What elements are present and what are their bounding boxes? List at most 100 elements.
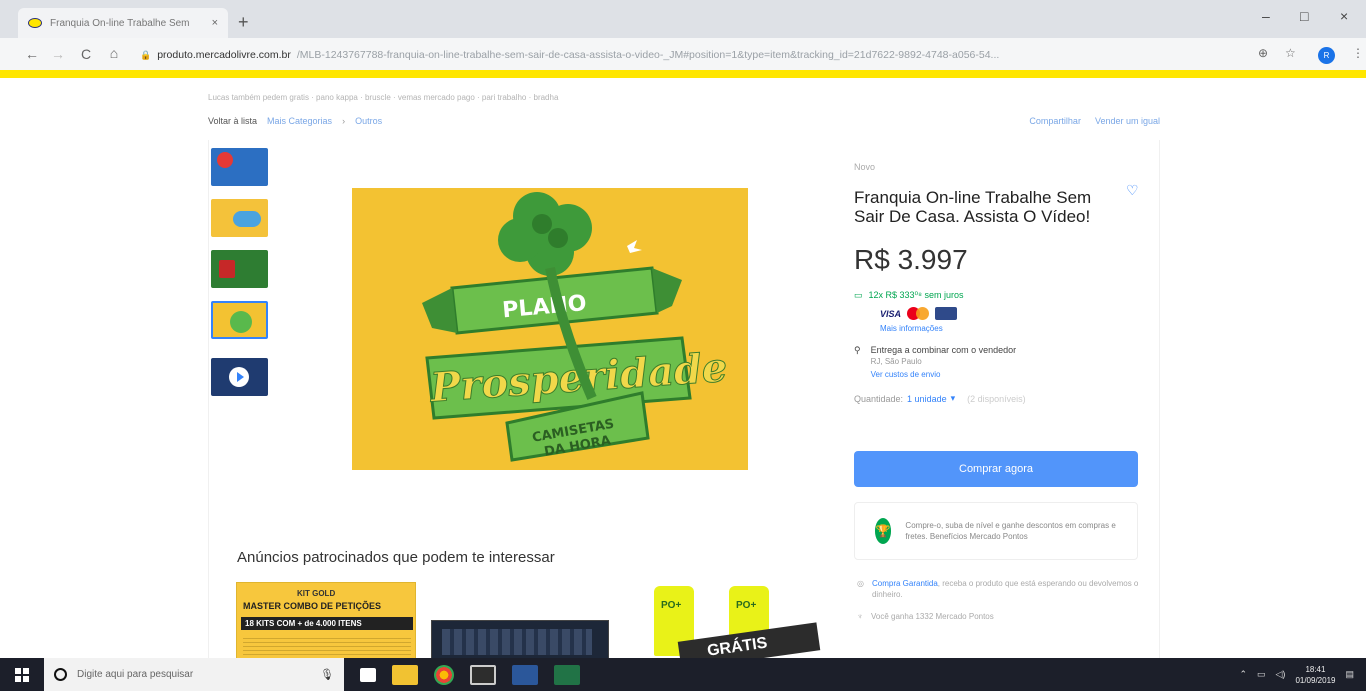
photos-icon[interactable]: [470, 664, 496, 685]
shipping-costs-link[interactable]: Ver custos de envio: [871, 370, 1017, 379]
home-button[interactable]: ⌂: [102, 45, 126, 61]
visa-logo: VISA: [880, 308, 902, 319]
lock-icon: 🔒: [140, 49, 152, 60]
trophy-small-icon: ♆: [857, 612, 863, 621]
product-info: Novo Franquia On-line Trabalhe Sem Sair …: [854, 162, 1144, 404]
network-icon[interactable]: ▭: [1257, 669, 1266, 680]
product-price: R$ 3.997: [854, 244, 968, 275]
url-path: /MLB-1243767788-franquia-on-line-trabalh…: [296, 49, 1000, 61]
browser-menu-icon[interactable]: ⋮: [1352, 46, 1364, 60]
sponsored-ad-2[interactable]: [431, 620, 609, 662]
breadcrumb-separator: ›: [342, 116, 346, 126]
reload-button[interactable]: C: [74, 46, 98, 62]
sponsored-ads-title: Anúncios patrocinados que podem te inter…: [237, 549, 555, 566]
ad1-banner: 18 KITS COM + de 4.000 ITENS: [241, 617, 413, 630]
chevron-down-icon[interactable]: ▾: [951, 393, 956, 404]
thumbnail-1[interactable]: [211, 148, 268, 186]
quantity-value[interactable]: 1 unidade: [907, 394, 947, 404]
close-window-button[interactable]: ×: [1340, 8, 1348, 24]
play-icon: [229, 367, 249, 387]
buy-now-button[interactable]: Comprar agora: [854, 451, 1138, 487]
payment-methods: VISA: [880, 307, 1144, 320]
product-page: Lucas também pedem gratis · pano kappa ·…: [0, 78, 1366, 670]
microphone-icon[interactable]: 🎙: [320, 668, 334, 681]
video-thumbnail[interactable]: [211, 358, 268, 396]
favorite-heart-icon[interactable]: ♡: [1126, 182, 1139, 199]
item-condition: Novo: [854, 162, 876, 172]
notifications-icon[interactable]: ▤: [1345, 669, 1354, 680]
breadcrumb-category-link[interactable]: Mais Categorias: [267, 116, 332, 126]
sponsored-ad-3[interactable]: PO+ PO+ GRÁTIS: [649, 586, 821, 670]
bookmark-star-icon[interactable]: ☆: [1285, 46, 1296, 60]
zoom-icon[interactable]: ⊕: [1258, 46, 1268, 60]
taskbar-search[interactable]: Digite aqui para pesquisar 🎙: [44, 658, 344, 691]
windows-taskbar: Digite aqui para pesquisar 🎙 ⌃ ▭ ◁) 18:4…: [0, 658, 1366, 691]
purchase-guarantee: ◎ Compra Garantida, receba o produto que…: [857, 578, 1141, 600]
thumbnail-4-selected[interactable]: [211, 301, 268, 339]
loyalty-text: Compre-o, suba de nível e ganhe desconto…: [905, 521, 1116, 541]
ad1-headline: MASTER COMBO DE PETIÇÕES: [243, 601, 382, 611]
profile-avatar[interactable]: R: [1318, 47, 1335, 64]
thumbnail-3[interactable]: [211, 250, 268, 288]
mastercard-logo-icon: [907, 307, 930, 320]
tab-title: Franquia On-line Trabalhe Sem: [50, 17, 190, 29]
task-view-icon[interactable]: [360, 667, 376, 682]
credit-card-icon: ▭: [854, 290, 863, 300]
excel-icon[interactable]: [554, 664, 580, 685]
taskbar-clock[interactable]: 18:41 01/09/2019: [1295, 664, 1335, 686]
quantity-label: Quantidade:: [854, 393, 904, 404]
installments-text: 12x R$ 333⁰⁸ sem juros: [868, 290, 964, 300]
browser-tab[interactable]: Franquia On-line Trabalhe Sem ×: [18, 8, 228, 38]
clock-time: 18:41: [1305, 664, 1326, 674]
new-tab-button[interactable]: +: [238, 12, 249, 33]
taskbar-search-placeholder: Digite aqui para pesquisar: [77, 669, 194, 680]
mercadolivre-favicon-icon: [28, 18, 42, 28]
trophy-icon: 🏆: [875, 518, 892, 544]
url-host: produto.mercadolivre.com.br: [157, 49, 291, 61]
forward-button[interactable]: →: [46, 46, 70, 62]
breadcrumb-subcategory-link[interactable]: Outros: [355, 116, 382, 126]
word-icon[interactable]: [512, 664, 538, 685]
close-tab-icon[interactable]: ×: [212, 17, 218, 29]
chrome-icon[interactable]: [434, 664, 454, 685]
delivery-info: ⚲ Entrega a combinar com o vendedor RJ, …: [854, 345, 1144, 379]
back-button[interactable]: ←: [20, 46, 44, 62]
product-card: PLANO Prosperidade CAMISETAS DA HORA Nov…: [208, 140, 1160, 670]
delivery-location: RJ, São Paulo: [870, 357, 922, 366]
bank-card-icon: [935, 307, 958, 320]
ad3-tube-label: PO+: [661, 600, 682, 611]
start-button[interactable]: [0, 658, 44, 691]
file-explorer-icon[interactable]: [392, 664, 418, 685]
points-text: Você ganha 1332 Mercado Pontos: [871, 612, 994, 621]
shield-icon: ◎: [857, 579, 864, 588]
minimize-window-button[interactable]: –: [1262, 8, 1270, 24]
delivery-text: Entrega a combinar com o vendedor: [870, 345, 1017, 355]
share-link[interactable]: Compartilhar: [1029, 116, 1081, 126]
more-info-link[interactable]: Mais informações: [880, 324, 1144, 333]
person-icon: ⚲: [854, 345, 861, 355]
tray-chevron-up-icon[interactable]: ⌃: [1239, 669, 1247, 680]
product-main-image[interactable]: PLANO Prosperidade CAMISETAS DA HORA: [352, 188, 748, 470]
ad1-kit-label: KIT GOLD: [297, 589, 336, 598]
sponsored-ad-1[interactable]: KIT GOLD MASTER COMBO DE PETIÇÕES 18 KIT…: [236, 582, 416, 662]
back-to-list-link[interactable]: Voltar à lista: [208, 116, 257, 126]
ad3-tube-label-2: PO+: [736, 600, 757, 611]
browser-toolbar: ← → C ⌂ 🔒 produto.mercadolivre.com.br /M…: [0, 38, 1366, 70]
breadcrumb: Voltar à lista Mais Categorias › Outros …: [208, 116, 1160, 126]
sell-one-link[interactable]: Vender um igual: [1095, 116, 1160, 126]
product-title: Franquia On-line Trabalhe Sem Sair De Ca…: [854, 188, 1092, 226]
related-searches: Lucas também pedem gratis · pano kappa ·…: [208, 93, 559, 102]
browser-tabbar: Franquia On-line Trabalhe Sem × + – □ ×: [0, 0, 1366, 38]
cortana-icon: [54, 668, 67, 681]
guarantee-link[interactable]: Compra Garantida: [872, 579, 938, 588]
prosperity-plan-artwork: PLANO Prosperidade CAMISETAS DA HORA: [352, 188, 748, 470]
thumbnail-2[interactable]: [211, 199, 268, 237]
volume-icon[interactable]: ◁): [1276, 669, 1286, 680]
maximize-window-button[interactable]: □: [1300, 8, 1308, 24]
loyalty-box: 🏆 Compre-o, suba de nível e ganhe descon…: [854, 502, 1138, 560]
quantity-selector[interactable]: Quantidade: 1 unidade ▾ (2 disponíveis): [854, 393, 1144, 404]
windows-logo-icon: [15, 667, 29, 682]
points-info: ♆ Você ganha 1332 Mercado Pontos: [857, 612, 994, 621]
address-bar[interactable]: 🔒 produto.mercadolivre.com.br /MLB-12437…: [140, 46, 1240, 64]
system-tray: ⌃ ▭ ◁) 18:41 01/09/2019 ▤: [1239, 664, 1366, 686]
